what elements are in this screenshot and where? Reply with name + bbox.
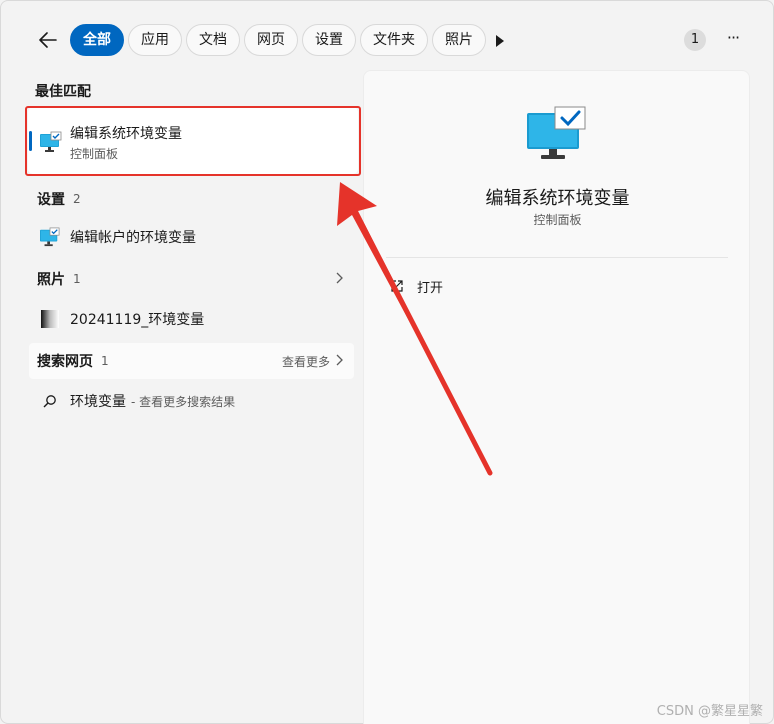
system-properties-icon	[525, 105, 587, 165]
web-search-result[interactable]: 环境变量 - 查看更多搜索结果	[29, 382, 354, 420]
web-query-suffix: - 查看更多搜索结果	[131, 394, 236, 409]
settings-header-title: 设置	[37, 192, 65, 208]
open-action-label: 打开	[417, 280, 444, 296]
chip-documents[interactable]: 文档	[186, 24, 240, 56]
detail-subtitle: 控制面板	[533, 213, 582, 227]
photos-count: 1	[73, 272, 81, 286]
selection-indicator	[29, 131, 32, 151]
photo-thumbnail-icon	[39, 308, 61, 330]
web-query: 环境变量	[70, 394, 126, 410]
notification-badge[interactable]: 1	[684, 29, 706, 51]
best-match-item[interactable]: 编辑系统环境变量 控制面板	[28, 107, 358, 174]
more-options-button[interactable]: ···	[721, 28, 745, 52]
open-external-icon	[391, 280, 403, 292]
list-item-photo[interactable]: 20241119_环境变量	[29, 300, 354, 338]
see-more-link[interactable]: 查看更多	[282, 353, 330, 370]
web-count: 1	[101, 354, 109, 368]
results-list: 最佳匹配 编辑系统环境变量 控制面板 设置 2 编辑帐户的环境变量 照片 1 2…	[1, 71, 363, 724]
list-item-label: 20241119_环境变量	[70, 312, 205, 328]
web-section-header: 搜索网页 1 查看更多	[29, 343, 354, 379]
chip-folders[interactable]: 文件夹	[360, 24, 428, 56]
play-icon	[496, 35, 504, 47]
chip-web[interactable]: 网页	[244, 24, 298, 56]
list-item-label: 编辑帐户的环境变量	[70, 230, 196, 246]
filter-chips: 全部 应用 文档 网页 设置 文件夹 照片	[70, 24, 486, 56]
search-window: 全部 应用 文档 网页 设置 文件夹 照片 1 ··· 最佳匹配 编辑系统环境变…	[0, 0, 774, 724]
divider	[386, 257, 728, 258]
list-item-account-env[interactable]: 编辑帐户的环境变量	[29, 218, 354, 256]
more-categories-button[interactable]	[489, 30, 511, 52]
system-properties-icon	[39, 131, 63, 157]
open-action[interactable]: 打开	[390, 274, 443, 298]
chevron-right-icon[interactable]	[332, 271, 346, 285]
filter-bar: 全部 应用 文档 网页 设置 文件夹 照片 1 ···	[1, 1, 774, 71]
back-arrow-icon	[39, 32, 57, 48]
chevron-right-icon[interactable]	[332, 353, 346, 367]
settings-count: 2	[73, 192, 81, 206]
chip-settings[interactable]: 设置	[302, 24, 356, 56]
system-properties-icon	[39, 226, 61, 248]
web-header-title: 搜索网页	[37, 354, 93, 370]
detail-title: 编辑系统环境变量	[485, 188, 630, 209]
best-match-header: 最佳匹配	[35, 84, 91, 100]
chip-apps[interactable]: 应用	[128, 24, 182, 56]
chip-photos[interactable]: 照片	[432, 24, 486, 56]
back-button[interactable]	[35, 27, 61, 53]
settings-section-header: 设置 2	[29, 181, 354, 217]
photos-header-title: 照片	[37, 272, 65, 288]
search-icon	[39, 390, 61, 412]
detail-pane: 编辑系统环境变量 控制面板 打开	[363, 70, 750, 724]
photos-section-header: 照片 1	[29, 261, 354, 297]
chip-all[interactable]: 全部	[70, 24, 124, 56]
watermark: CSDN @繁星星繁	[656, 704, 763, 719]
best-match-title: 编辑系统环境变量	[70, 126, 182, 142]
best-match-subtitle: 控制面板	[70, 147, 119, 161]
